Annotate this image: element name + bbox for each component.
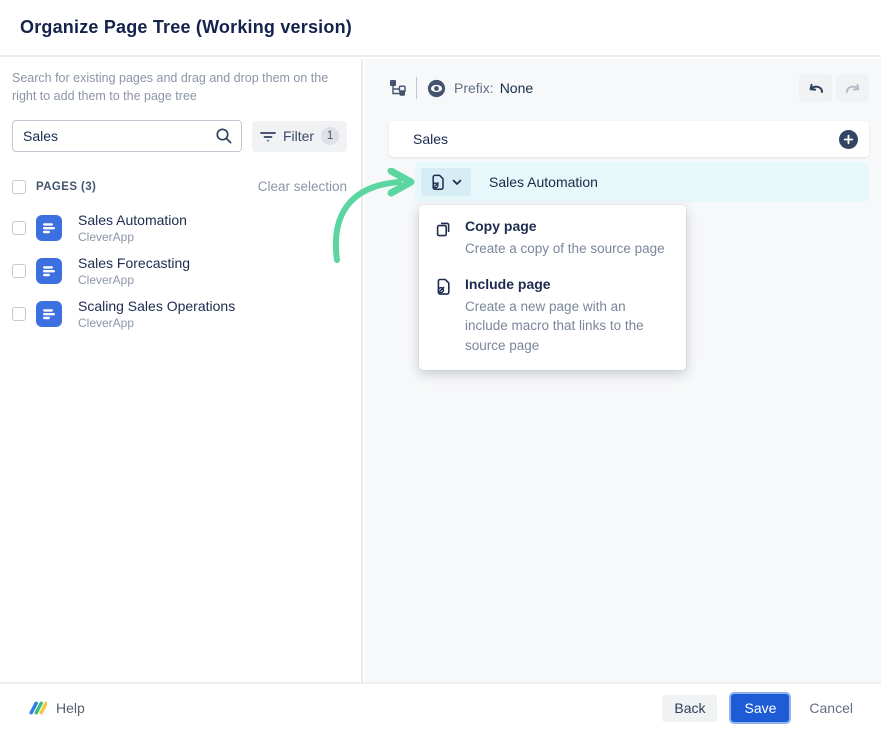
menu-item-copy-page[interactable]: Copy page Create a copy of the source pa… [435, 218, 670, 259]
filter-label: Filter [283, 128, 314, 144]
pages-count-label: PAGES (3) [36, 181, 96, 193]
tree-child-title: Sales Automation [489, 174, 598, 190]
chevron-down-icon [452, 179, 462, 186]
prefix-label: Prefix: [454, 80, 494, 96]
filter-icon [260, 129, 276, 143]
filter-button[interactable]: Filter 1 [252, 121, 347, 152]
copy-page-icon [435, 218, 453, 259]
page-mode-dropdown-button[interactable] [421, 168, 471, 196]
menu-item-include-page[interactable]: Include page Create a new page with an i… [435, 276, 670, 356]
dialog-footer: Help Back Save Cancel [0, 682, 881, 732]
search-field-wrapper [12, 120, 242, 152]
prefix-visibility-icon[interactable] [427, 79, 446, 98]
search-hint-text: Search for existing pages and drag and d… [12, 69, 348, 105]
organize-page-tree-dialog: Organize Page Tree (Working version) Sea… [0, 0, 881, 732]
menu-item-title: Include page [465, 276, 670, 292]
tree-root-row[interactable]: Sales [389, 121, 869, 157]
page-meta: Sales Automation CleverApp [78, 212, 187, 244]
menu-item-title: Copy page [465, 218, 665, 234]
cancel-button[interactable]: Cancel [803, 700, 859, 716]
menu-item-texts: Include page Create a new page with an i… [465, 276, 670, 356]
page-app-text: CleverApp [78, 230, 187, 244]
search-icon [215, 127, 233, 145]
app-logo-icon [28, 699, 47, 717]
page-mode-dropdown-menu: Copy page Create a copy of the source pa… [419, 205, 686, 370]
search-panel: Search for existing pages and drag and d… [0, 59, 363, 682]
undo-button[interactable] [799, 74, 832, 102]
page-title-text: Scaling Sales Operations [78, 298, 235, 314]
filter-count-badge: 1 [321, 127, 339, 145]
page-title-text: Sales Forecasting [78, 255, 190, 271]
page-list: Sales Automation CleverApp Sales Forecas… [12, 212, 347, 330]
document-icon [36, 301, 62, 327]
menu-item-description: Create a copy of the source page [465, 239, 665, 259]
tree-child-row[interactable]: Sales Automation [415, 162, 869, 202]
undo-icon [807, 81, 825, 95]
page-title: Organize Page Tree (Working version) [20, 17, 352, 38]
page-checkbox[interactable] [12, 221, 26, 235]
add-page-button[interactable] [839, 130, 858, 149]
tree-panel: Prefix: None Sales [365, 59, 881, 682]
page-checkbox[interactable] [12, 307, 26, 321]
include-page-icon [435, 276, 453, 356]
back-button[interactable]: Back [662, 695, 717, 722]
tree-toolbar: Prefix: None [389, 72, 869, 104]
list-item[interactable]: Scaling Sales Operations CleverApp [12, 298, 347, 330]
prefix-value[interactable]: None [500, 80, 533, 96]
include-page-icon [430, 174, 446, 191]
dialog-header: Organize Page Tree (Working version) [0, 0, 881, 57]
menu-item-description: Create a new page with an include macro … [465, 297, 670, 356]
redo-icon [844, 81, 862, 95]
help-link[interactable]: Help [28, 699, 85, 717]
select-all-checkbox[interactable] [12, 180, 26, 194]
search-row: Filter 1 [12, 120, 347, 152]
page-app-text: CleverApp [78, 273, 190, 287]
redo-button[interactable] [836, 74, 869, 102]
menu-item-texts: Copy page Create a copy of the source pa… [465, 218, 665, 259]
toolbar-divider [416, 77, 417, 99]
list-item[interactable]: Sales Forecasting CleverApp [12, 255, 347, 287]
pages-list-header: PAGES (3) Clear selection [12, 179, 347, 194]
document-icon [36, 215, 62, 241]
footer-actions: Back Save Cancel [662, 694, 859, 722]
save-button[interactable]: Save [731, 694, 789, 722]
page-tree-icon[interactable] [389, 79, 407, 97]
page-meta: Scaling Sales Operations CleverApp [78, 298, 235, 330]
page-app-text: CleverApp [78, 316, 235, 330]
page-checkbox[interactable] [12, 264, 26, 278]
search-input[interactable] [23, 128, 215, 144]
list-item[interactable]: Sales Automation CleverApp [12, 212, 347, 244]
page-title-text: Sales Automation [78, 212, 187, 228]
help-label: Help [56, 700, 85, 716]
clear-selection-link[interactable]: Clear selection [258, 179, 347, 194]
undo-redo-group [799, 74, 869, 102]
tree-root-title: Sales [413, 131, 448, 147]
page-meta: Sales Forecasting CleverApp [78, 255, 190, 287]
document-icon [36, 258, 62, 284]
